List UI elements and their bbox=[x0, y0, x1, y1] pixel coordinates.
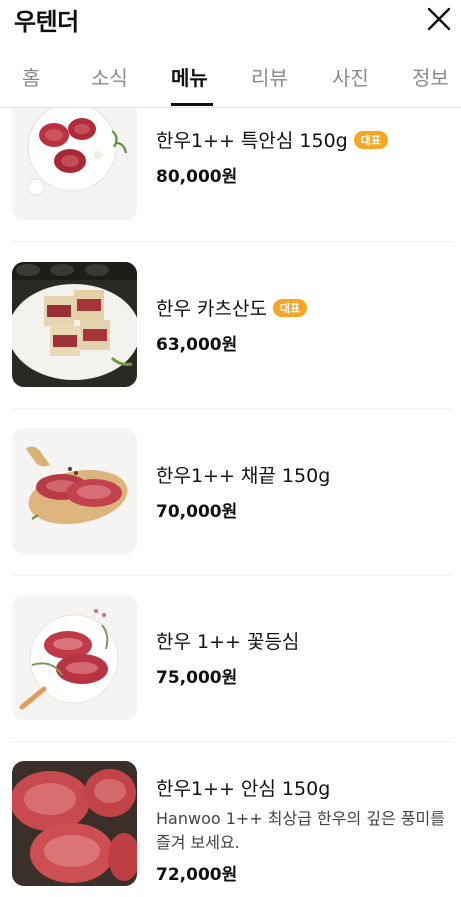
menu-item-price: 72,000원 bbox=[156, 865, 238, 885]
menu-item-name: 한우 1++ 꽃등심 bbox=[156, 631, 300, 653]
divider bbox=[12, 241, 453, 242]
tab-photos[interactable]: 사진 bbox=[332, 62, 369, 91]
menu-item[interactable]: 한우 1++ 꽃등심 75,000원 bbox=[12, 595, 452, 721]
menu-list: 한우1++ 특안심 150g 대표 80,000원 한우 카츠산도 대표 63,… bbox=[0, 108, 461, 897]
menu-item-photo bbox=[12, 108, 137, 220]
menu-item-name: 한우1++ 채끝 150g bbox=[156, 465, 331, 487]
tab-news[interactable]: 소식 bbox=[91, 62, 128, 91]
tab-reviews[interactable]: 리뷰 bbox=[251, 62, 288, 91]
menu-item-price: 70,000원 bbox=[156, 502, 238, 522]
tab-home[interactable]: 홈 bbox=[22, 62, 40, 91]
menu-item-photo bbox=[12, 595, 137, 720]
menu-item-name: 한우1++ 안심 150g bbox=[156, 778, 331, 800]
divider bbox=[12, 741, 453, 742]
tab-info[interactable]: 정보 bbox=[412, 62, 449, 91]
divider bbox=[12, 575, 453, 576]
menu-item-description: Hanwoo 1++ 최상급 한우의 깊은 풍미를 즐겨 보세요. bbox=[156, 809, 445, 852]
signature-badge: 대표 bbox=[353, 131, 388, 149]
menu-item-price: 80,000원 bbox=[156, 167, 238, 187]
store-title: 우텐더 bbox=[14, 8, 79, 36]
menu-item[interactable]: 한우 카츠산도 대표 63,000원 bbox=[12, 262, 452, 388]
menu-item[interactable]: 한우1++ 특안심 150g 대표 80,000원 bbox=[12, 108, 452, 221]
tab-menu[interactable]: 메뉴 bbox=[171, 62, 208, 91]
active-tab-indicator bbox=[171, 103, 213, 106]
tab-bar: 홈 소식 메뉴 리뷰 사진 정보 bbox=[0, 52, 461, 108]
menu-item-price: 75,000원 bbox=[156, 668, 238, 688]
menu-item[interactable]: 한우1++ 채끝 150g 70,000원 bbox=[12, 429, 452, 555]
menu-item-photo bbox=[12, 429, 137, 554]
close-icon[interactable] bbox=[425, 5, 453, 33]
divider bbox=[12, 408, 453, 409]
header: 우텐더 bbox=[0, 0, 461, 40]
menu-item-photo bbox=[12, 262, 137, 387]
menu-item-photo bbox=[12, 761, 137, 886]
menu-item-name: 한우1++ 특안심 150g 대표 bbox=[156, 126, 388, 153]
menu-item-price: 63,000원 bbox=[156, 335, 238, 355]
menu-item-name: 한우 카츠산도 대표 bbox=[156, 294, 308, 321]
signature-badge: 대표 bbox=[272, 299, 308, 317]
menu-item[interactable]: 한우1++ 안심 150g Hanwoo 1++ 최상급 한우의 깊은 풍미를 … bbox=[12, 761, 452, 897]
